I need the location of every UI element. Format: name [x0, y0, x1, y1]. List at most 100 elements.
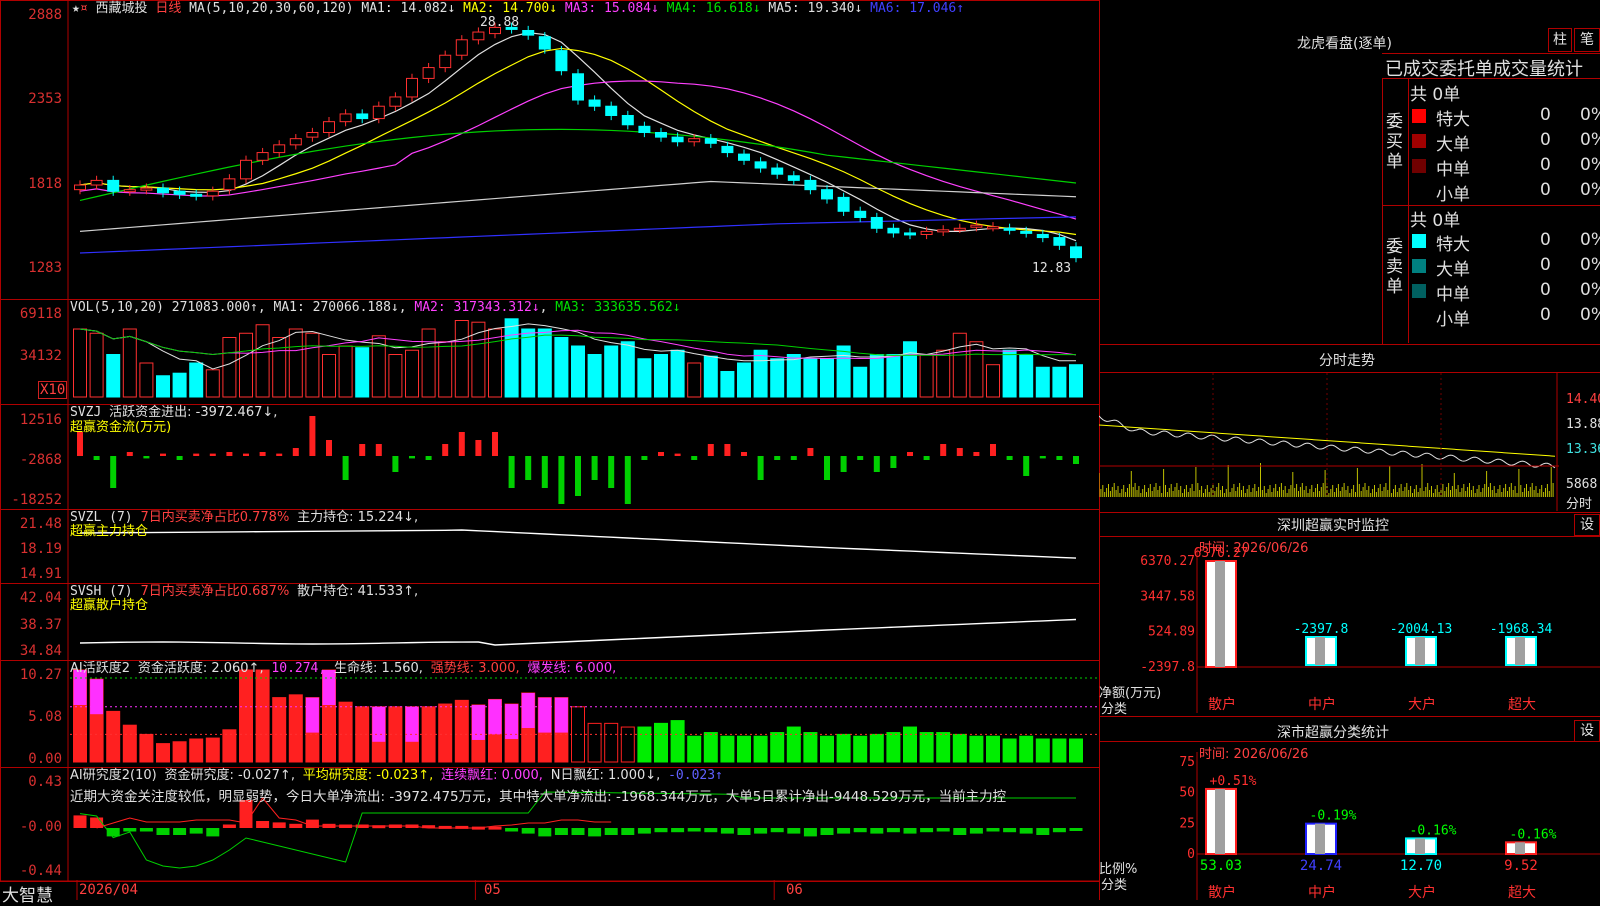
ai-activity-y-tick: 5.08 — [28, 709, 62, 725]
intraday-title: 分时走势 — [1319, 353, 1375, 369]
monitor-bar-shade — [1415, 637, 1425, 665]
order-count: 0 — [1540, 230, 1551, 250]
monitor-bar-shade — [1215, 561, 1225, 667]
ma-value: MA3: 15.084↓ — [564, 1, 667, 16]
svsh-y-tick: 42.04 — [19, 590, 62, 606]
classify-category: 中户 — [1308, 884, 1336, 900]
order-size-label: 中单 — [1436, 285, 1470, 305]
order-color-swatch — [1412, 234, 1426, 248]
svzj-header: SVZJ 活跃资金进出: -3972.467↓, — [70, 405, 278, 420]
intraday-vol-label: 5868 — [1566, 477, 1598, 492]
svsh-y-tick: 38.37 — [19, 617, 62, 633]
intraday-y-tick: 13.88 — [1566, 417, 1600, 432]
classify-y-tick: 25 — [1179, 816, 1195, 831]
high-price-label: 28.88 — [480, 15, 520, 30]
classify-change: +0.51% — [1210, 774, 1257, 789]
monitor-bar-label: -2397.8 — [1294, 622, 1349, 637]
monitor-category: 超大 — [1508, 697, 1536, 713]
classify-bar-shade — [1515, 842, 1525, 854]
monitor-y-tick: 524.89 — [1148, 625, 1195, 640]
monitor-chart[interactable]: 6370.27 3447.58 524.89 -2397.8 6370.27 散户 -239… — [1099, 537, 1600, 715]
classify-change: -0.19% — [1310, 809, 1357, 824]
classify-change: -0.16% — [1510, 827, 1557, 842]
star-icon[interactable]: ★ — [72, 1, 80, 16]
ma-label: MA(5,10,20,30,60,120) — [189, 1, 354, 16]
monitor-y-tick: 6370.27 — [1140, 554, 1195, 569]
svsh-subtitle: 超赢散户持仓 — [70, 598, 149, 613]
monitor-bar-label: -1968.34 — [1490, 622, 1553, 637]
monitor-bar-label: 6370.27 — [1194, 546, 1249, 561]
ai-activity-header: AI活跃度2 资金活跃度: 2.060↑, 10.274, 生命线: 1.560… — [70, 661, 617, 676]
classify-bar-shade — [1215, 788, 1225, 854]
order-color-swatch — [1412, 159, 1426, 173]
order-count: 0 — [1540, 105, 1551, 125]
classify-value: 9.52 — [1504, 858, 1538, 874]
classify-value: 12.70 — [1400, 858, 1442, 874]
price-panel[interactable] — [0, 0, 1100, 300]
classify-category: 超大 — [1508, 885, 1536, 900]
ma-value: MA6: 17.046↑ — [870, 1, 965, 16]
order-pct: 0% — [1580, 305, 1600, 325]
intraday-chart[interactable] — [1099, 373, 1600, 511]
order-size-label: 中单 — [1436, 160, 1470, 180]
x-axis-label: 2026/04 — [79, 882, 139, 898]
order-color-swatch — [1412, 284, 1426, 298]
ma-value: MA2: 14.700↓ — [463, 1, 565, 16]
low-price-label: 12.83 — [1032, 261, 1072, 276]
order-size-label: 特大 — [1436, 235, 1470, 255]
bar-view-button[interactable]: 柱 — [1548, 28, 1572, 52]
classify-y-tick: 50 — [1179, 786, 1195, 801]
tick-view-button[interactable]: 笔 — [1574, 28, 1600, 52]
classify-cat-label: 分类 — [1101, 878, 1128, 893]
period-label[interactable]: 日线 — [155, 1, 181, 16]
app-logo[interactable]: 大智慧 — [2, 881, 53, 906]
x-axis-label: 05 — [484, 882, 501, 898]
classify-y-tick: 0 — [1187, 847, 1195, 862]
flag-icon[interactable]: ¤ — [80, 1, 88, 16]
ai-research-y-tick: -0.44 — [19, 863, 62, 879]
classify-change: -0.16% — [1410, 823, 1457, 838]
stock-name: 西藏城投 — [95, 1, 148, 16]
volume-unit[interactable]: X10 — [38, 381, 68, 399]
ai-research-y-tick: -0.00 — [19, 819, 62, 835]
monitor-y-tick: -2397.8 — [1140, 660, 1195, 675]
classify-category: 散户 — [1208, 884, 1236, 900]
classify-bar-shade — [1415, 838, 1425, 854]
ai-research-panel[interactable] — [0, 767, 1100, 882]
order-count: 0 — [1540, 305, 1551, 325]
order-pct: 0% — [1580, 230, 1600, 250]
sell-side-label: 委卖单 — [1386, 237, 1403, 297]
order-size-label: 小单 — [1436, 185, 1470, 205]
classify-value: 53.03 — [1200, 858, 1242, 874]
svzj-y-tick: -18252 — [11, 492, 62, 508]
intraday-y-tick: 13.36 — [1566, 442, 1600, 457]
x-axis-label: 06 — [786, 882, 803, 898]
classify-category: 大户 — [1408, 884, 1436, 900]
order-pct: 0% — [1580, 255, 1600, 275]
svzl-y-tick: 18.19 — [19, 541, 62, 557]
dragon-header-line — [1382, 53, 1600, 54]
classify-y-tick: 75 — [1179, 755, 1195, 770]
dragon-panel-title: 龙虎看盘(逐单) — [1297, 36, 1392, 52]
order-pct: 0% — [1580, 155, 1600, 175]
intraday-y-tick: 14.40 — [1566, 392, 1600, 407]
ai-activity-y-tick: 10.27 — [19, 667, 62, 683]
svzj-y-tick: -2868 — [19, 452, 62, 468]
order-pct: 0% — [1580, 105, 1600, 125]
order-pct: 0% — [1580, 280, 1600, 300]
monitor-cat-label: 分类 — [1101, 702, 1128, 717]
monitor-settings-button[interactable]: 设 — [1574, 514, 1600, 536]
monitor-category: 中户 — [1308, 696, 1336, 713]
svzj-y-tick: 12516 — [19, 412, 62, 428]
svzl-y-tick: 14.91 — [19, 566, 62, 582]
volume-header: VOL(5,10,20) 271083.000↑, MA1: 270066.18… — [70, 300, 681, 315]
svzl-y-tick: 21.48 — [19, 516, 62, 532]
classify-chart[interactable]: 75 50 25 0 +0.51% 53.03 散户 -0.19% 24.74 中户 -0.16% 1… — [1099, 742, 1600, 900]
order-count: 0 — [1540, 255, 1551, 275]
svzl-subtitle: 超赢主力持仓 — [70, 524, 149, 539]
ai-research-header: AI研究度2(10) 资金研究度: -0.027↑, 平均研究度: -0.023… — [70, 768, 723, 783]
buy-total: 共 0单 — [1410, 85, 1461, 105]
classify-settings-button[interactable]: 设 — [1574, 720, 1600, 742]
ma-value: MA5: 19.340↓ — [768, 1, 871, 16]
monitor-bar-label: -2004.13 — [1390, 622, 1453, 637]
